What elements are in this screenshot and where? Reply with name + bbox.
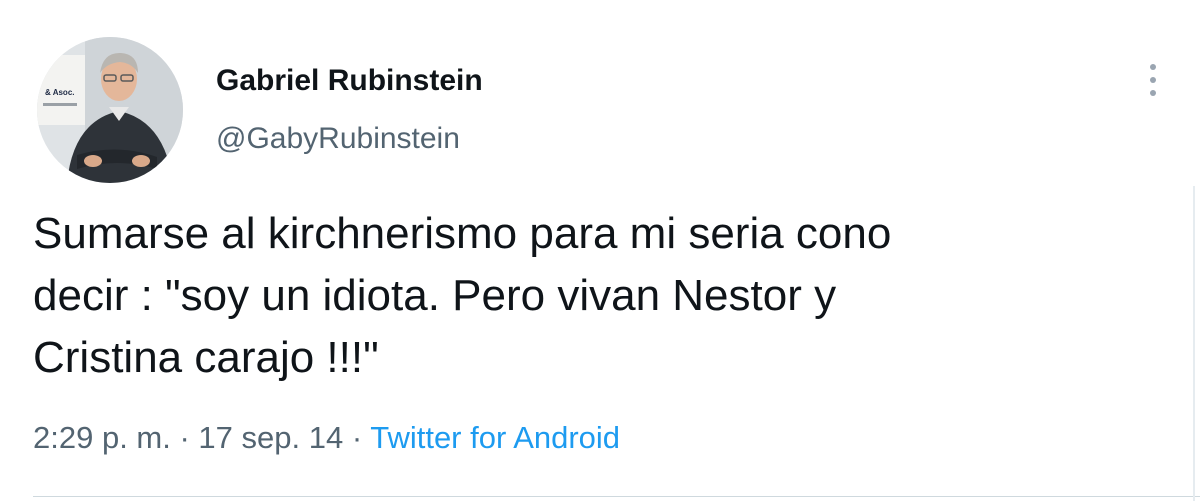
tweet-card: & Asoc. Gabriel Rubinstein @GabyRubinste…	[0, 0, 1200, 501]
more-vertical-icon-dot	[1150, 77, 1156, 83]
more-vertical-icon-dot	[1150, 90, 1156, 96]
tweet-time[interactable]: 2:29 p. m.	[33, 420, 171, 455]
avatar[interactable]: & Asoc.	[37, 37, 183, 183]
tweet-source-link[interactable]: Twitter for Android	[370, 420, 620, 455]
tweet-date[interactable]: 17 sep. 14	[198, 420, 343, 455]
avatar-sign-text: & Asoc.	[45, 88, 75, 97]
more-vertical-icon	[1150, 64, 1156, 70]
author-handle[interactable]: @GabyRubinstein	[216, 122, 460, 156]
tweet-meta: 2:29 p. m. · 17 sep. 14 · Twitter for An…	[33, 420, 620, 456]
divider	[33, 496, 1200, 497]
meta-separator: ·	[170, 420, 199, 455]
meta-separator: ·	[343, 420, 371, 455]
avatar-photo: & Asoc.	[37, 37, 183, 183]
more-options-button[interactable]	[1138, 58, 1168, 102]
scroll-edge	[1193, 186, 1195, 501]
author-display-name[interactable]: Gabriel Rubinstein	[216, 64, 483, 98]
tweet-text: Sumarse al kirchnerismo para mi seria co…	[33, 209, 892, 382]
